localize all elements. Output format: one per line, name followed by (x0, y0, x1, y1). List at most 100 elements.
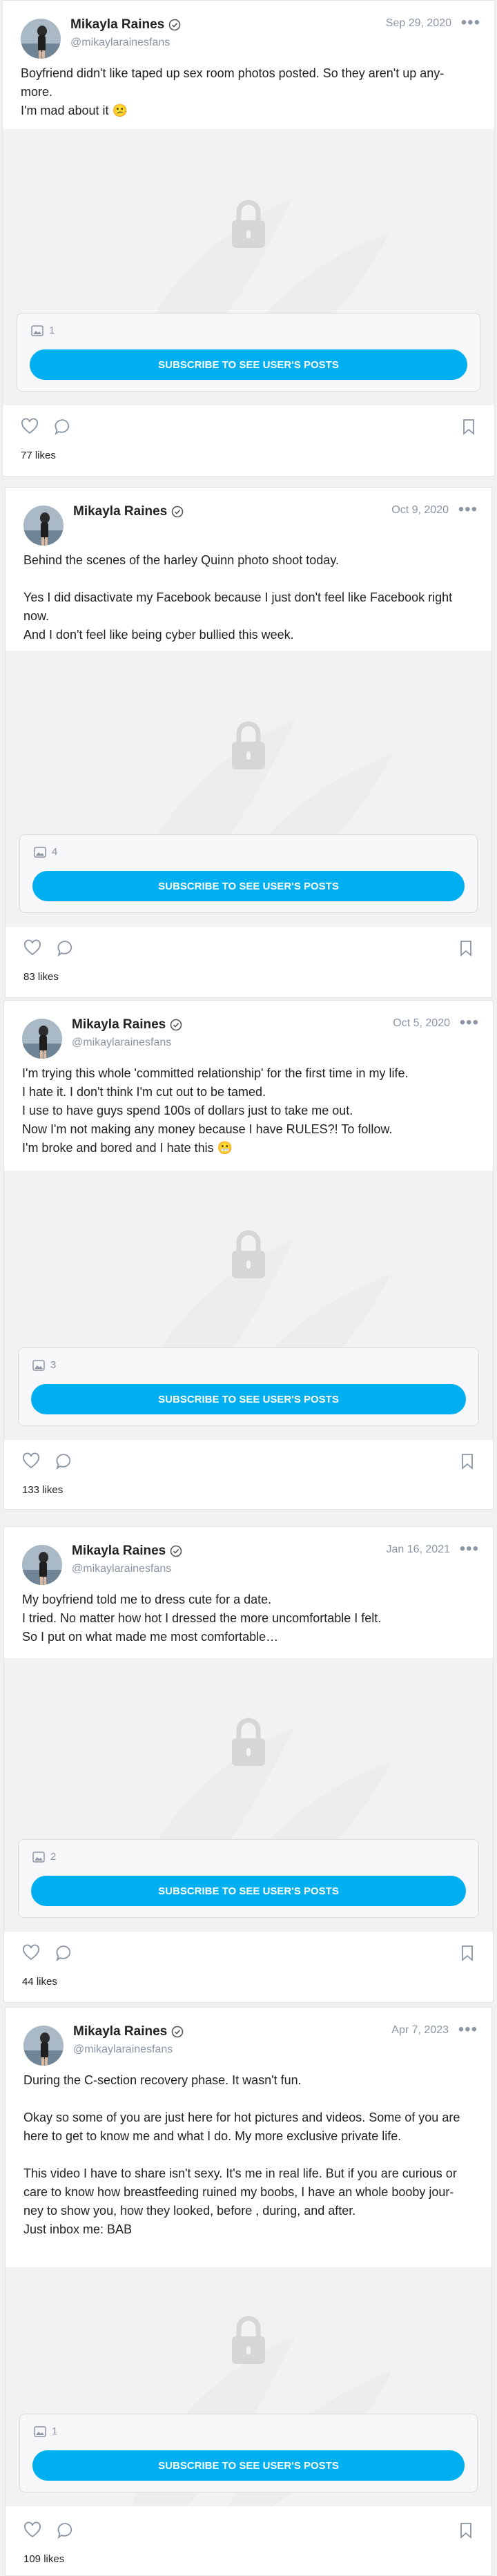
more-icon[interactable]: ••• (458, 2021, 478, 2038)
media-count: 1 (31, 325, 55, 336)
post-text-line: now. (23, 609, 50, 623)
comment-icon[interactable] (55, 1452, 73, 1470)
bookmark-icon[interactable] (457, 939, 475, 957)
post-date[interactable]: Jan 16, 2021 (386, 1544, 450, 1556)
lock-icon (232, 1230, 265, 1278)
bookmark-icon[interactable] (458, 1944, 476, 1962)
author-name[interactable]: Mikayla Raines (73, 2024, 167, 2039)
likes-count[interactable]: 44 likes (22, 1976, 57, 1988)
post-text-line: During the C-section recovery phase. It … (23, 2073, 302, 2087)
bookmark-icon[interactable] (457, 2521, 475, 2539)
more-icon[interactable]: ••• (458, 501, 478, 518)
avatar[interactable] (22, 1545, 62, 1585)
verified-icon (171, 506, 184, 518)
likes-count[interactable]: 109 likes (23, 2553, 64, 2565)
media-count-value: 1 (52, 2425, 58, 2437)
author-handle[interactable]: @mikaylarainesfans (73, 2044, 173, 2056)
author-name[interactable]: Mikayla Raines (72, 1544, 166, 1559)
author-handle[interactable]: @mikaylarainesfans (72, 1563, 171, 1575)
subscribe-box: 3 SUBSCRIBE TO SEE USER'S POSTS (18, 1347, 479, 1426)
likes-count[interactable]: 83 likes (23, 971, 59, 983)
likes-count[interactable]: 77 likes (21, 450, 56, 461)
more-icon[interactable]: ••• (461, 15, 480, 31)
post-text-line: Behind the scenes of the harley Quinn ph… (23, 553, 339, 567)
post-text-line: care to know how breastfeeding ruined my… (23, 2185, 454, 2199)
post-text-line: I tried. No matter how hot I dressed the… (22, 1611, 382, 1625)
author-name[interactable]: Mikayla Raines (72, 1017, 166, 1032)
author-name[interactable]: Mikayla Raines (73, 504, 167, 519)
post-card: Mikayla Raines @mikaylarainesfans Oct 5,… (3, 1000, 494, 1510)
post-header: Mikayla Raines @mikaylarainesfans Oct 5,… (4, 1001, 493, 1064)
subscribe-button[interactable]: SUBSCRIBE TO SEE USER'S POSTS (30, 349, 467, 380)
heart-icon[interactable] (23, 939, 41, 957)
subscribe-button[interactable]: SUBSCRIBE TO SEE USER'S POSTS (32, 2450, 465, 2481)
post-card: Mikayla Raines @mikaylarainesfans Apr 7,… (5, 2007, 492, 2576)
post-text: My boyfriend told me to dress cute for a… (4, 1590, 493, 1646)
media-count-value: 1 (49, 325, 55, 336)
bookmark-icon[interactable] (458, 1452, 476, 1470)
subscribe-box: 4 SUBSCRIBE TO SEE USER'S POSTS (19, 834, 478, 913)
lock-icon (232, 721, 265, 769)
post-text: Behind the scenes of the harley Quinn ph… (6, 551, 491, 644)
avatar[interactable] (23, 506, 64, 546)
locked-media: 4 SUBSCRIBE TO SEE USER'S POSTS (6, 651, 491, 927)
image-icon (34, 846, 46, 858)
lock-icon (232, 2316, 265, 2364)
post-text-line: My boyfriend told me to dress cute for a… (22, 1593, 272, 1606)
likes-count[interactable]: 133 likes (22, 1484, 63, 1496)
comment-icon[interactable] (57, 939, 75, 957)
post-text-line: ney to show you, how they looked, before… (23, 2204, 356, 2218)
author-handle[interactable]: @mikaylarainesfans (70, 37, 170, 49)
locked-media: 1 SUBSCRIBE TO SEE USER'S POSTS (6, 2267, 491, 2506)
author-handle[interactable]: @mikaylarainesfans (72, 1037, 171, 1049)
post-date[interactable]: Oct 5, 2020 (393, 1017, 450, 1030)
post-text: During the C-section recovery phase. It … (6, 2071, 491, 2239)
locked-media: 3 SUBSCRIBE TO SEE USER'S POSTS (4, 1171, 493, 1440)
post-actions (3, 418, 494, 445)
post-actions (4, 1452, 493, 1480)
post-text-line: Boyfriend didn't like taped up sex room … (21, 66, 445, 80)
subscribe-button[interactable]: SUBSCRIBE TO SEE USER'S POSTS (31, 1384, 466, 1414)
bookmark-icon[interactable] (460, 418, 478, 436)
lock-icon (232, 1718, 265, 1766)
author-row: Mikayla Raines (73, 504, 184, 519)
post-text-line: And I don't feel like being cyber bullie… (23, 628, 294, 642)
locked-media: 2 SUBSCRIBE TO SEE USER'S POSTS (4, 1658, 493, 1932)
avatar[interactable] (21, 19, 61, 59)
post-date[interactable]: Sep 29, 2020 (386, 17, 451, 30)
post-header: Mikayla Raines @mikaylarainesfans Sep 29… (3, 1, 494, 64)
subscribe-box: 2 SUBSCRIBE TO SEE USER'S POSTS (18, 1839, 479, 1918)
post-date[interactable]: Oct 9, 2020 (391, 504, 449, 517)
media-count: 4 (34, 846, 57, 858)
heart-icon[interactable] (21, 418, 39, 436)
comment-icon[interactable] (57, 2521, 75, 2539)
avatar[interactable] (23, 2026, 64, 2066)
avatar[interactable] (22, 1019, 62, 1059)
media-count: 3 (32, 1359, 56, 1371)
author-row: Mikayla Raines (72, 1017, 182, 1032)
post-date[interactable]: Apr 7, 2023 (391, 2024, 449, 2037)
heart-icon[interactable] (23, 2521, 41, 2539)
comment-icon[interactable] (54, 418, 72, 436)
more-icon[interactable]: ••• (460, 1015, 479, 1031)
subscribe-button[interactable]: SUBSCRIBE TO SEE USER'S POSTS (32, 871, 465, 901)
post-card: Mikayla Raines @mikaylarainesfans Jan 16… (3, 1526, 494, 2003)
heart-icon[interactable] (22, 1944, 40, 1962)
author-row: Mikayla Raines (70, 17, 181, 32)
media-count-value: 3 (50, 1359, 57, 1371)
post-actions (4, 1944, 493, 1972)
author-name[interactable]: Mikayla Raines (70, 17, 164, 32)
author-row: Mikayla Raines (73, 2024, 184, 2039)
post-actions (6, 2521, 491, 2549)
post-text: I'm trying this whole 'committed relatio… (4, 1064, 493, 1157)
media-count: 1 (34, 2425, 57, 2437)
post-text-line: Now I'm not making any money because I h… (22, 1122, 393, 1136)
heart-icon[interactable] (22, 1452, 40, 1470)
post-text-line: Okay so some of you are just here for ho… (23, 2111, 460, 2124)
post-actions (6, 939, 491, 967)
more-icon[interactable]: ••• (460, 1541, 479, 1557)
locked-media: 1 SUBSCRIBE TO SEE USER'S POSTS (3, 129, 494, 405)
media-count-value: 2 (50, 1851, 57, 1863)
comment-icon[interactable] (55, 1944, 73, 1962)
subscribe-button[interactable]: SUBSCRIBE TO SEE USER'S POSTS (31, 1876, 466, 1906)
